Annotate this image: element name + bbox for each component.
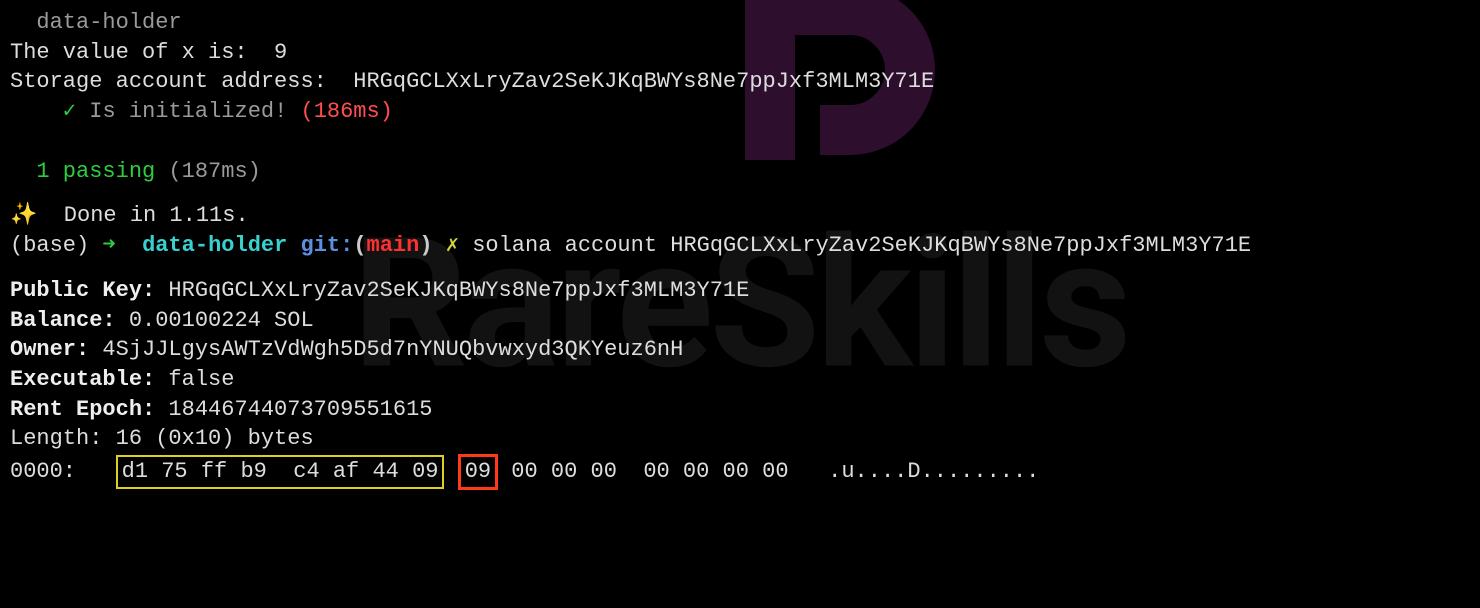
- account-executable: Executable: false: [10, 365, 1470, 395]
- output-storage-address: Storage account address: HRGqGCLXxLryZav…: [10, 67, 1470, 97]
- executable-label: Executable:: [10, 367, 155, 392]
- sparkle-icon: ✨: [10, 203, 37, 228]
- account-public-key: Public Key: HRGqGCLXxLryZav2SeKJKqBWYs8N…: [10, 276, 1470, 306]
- balance-value: 0.00100224 SOL: [116, 308, 314, 333]
- balance-label: Balance:: [10, 308, 116, 333]
- owner-label: Owner:: [10, 337, 89, 362]
- test-result-line: ✓ Is initialized! (186ms): [10, 97, 1470, 127]
- hex-highlight-value: 09: [458, 454, 498, 490]
- output-value-x: The value of x is: 9: [10, 38, 1470, 68]
- dirty-icon: ✗: [433, 233, 473, 258]
- hex-rest: 00 00 00 00 00 00 00 .u....D.........: [511, 459, 1039, 484]
- hex-dump-line: 0000: d1 75 ff b9 c4 af 44 09 09 00 00 0…: [10, 454, 1470, 490]
- account-owner: Owner: 4SjJJLgysAWTzVdWgh5D5d7nYNUQbvwxy…: [10, 335, 1470, 365]
- passing-summary: 1 passing (187ms): [10, 157, 1470, 187]
- prompt-arrow-icon: ➜: [102, 233, 115, 258]
- git-branch: main: [367, 233, 420, 258]
- command-text: solana account HRGqGCLXxLryZav2SeKJKqBWY…: [472, 233, 1251, 258]
- rent-epoch-value: 18446744073709551615: [155, 397, 432, 422]
- pubkey-value: HRGqGCLXxLryZav2SeKJKqBWYs8Ne7ppJxf3MLM3…: [155, 278, 749, 303]
- done-text: Done in 1.11s.: [37, 203, 248, 228]
- account-balance: Balance: 0.00100224 SOL: [10, 306, 1470, 336]
- owner-value: 4SjJJLgysAWTzVdWgh5D5d7nYNUQbvwxyd3QKYeu…: [89, 337, 683, 362]
- terminal-output: data-holder The value of x is: 9 Storage…: [10, 8, 1470, 490]
- check-icon: ✓: [10, 99, 89, 124]
- passing-count: 1 passing: [10, 159, 155, 184]
- paren-close: ): [419, 233, 432, 258]
- hex-highlight-discriminator: d1 75 ff b9 c4 af 44 09: [116, 455, 445, 489]
- pubkey-label: Public Key:: [10, 278, 155, 303]
- test-suite-name: data-holder: [10, 8, 1470, 38]
- done-line: ✨ Done in 1.11s.: [10, 201, 1470, 231]
- account-data-length: Length: 16 (0x10) bytes: [10, 424, 1470, 454]
- passing-time: (187ms): [155, 159, 261, 184]
- prompt-dir: data-holder: [116, 233, 288, 258]
- hex-offset: 0000:: [10, 459, 76, 484]
- rent-epoch-label: Rent Epoch:: [10, 397, 155, 422]
- test-timing: (186ms): [301, 99, 393, 124]
- account-rent-epoch: Rent Epoch: 18446744073709551615: [10, 395, 1470, 425]
- conda-env: (base): [10, 233, 102, 258]
- prompt-git: git:: [287, 233, 353, 258]
- shell-prompt-line[interactable]: (base) ➜ data-holder git:(main) ✗ solana…: [10, 231, 1470, 261]
- paren-open: (: [353, 233, 366, 258]
- test-name: Is initialized!: [89, 99, 300, 124]
- executable-value: false: [155, 367, 234, 392]
